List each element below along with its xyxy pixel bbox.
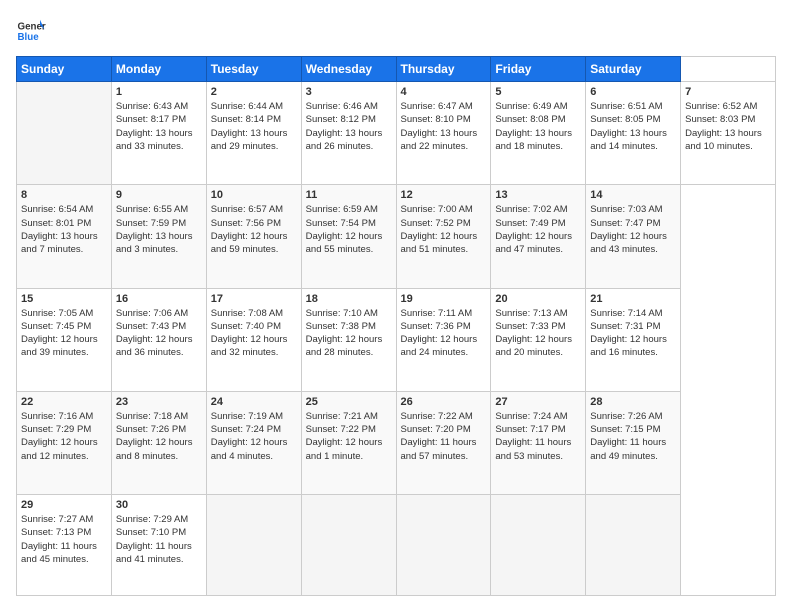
day-cell-18: 18Sunrise: 7:10 AMSunset: 7:38 PMDayligh… [301, 288, 396, 391]
day-header-friday: Friday [491, 57, 586, 82]
day-header-saturday: Saturday [586, 57, 681, 82]
day-cell-12: 12Sunrise: 7:00 AMSunset: 7:52 PMDayligh… [396, 185, 491, 288]
empty-cell [396, 495, 491, 596]
calendar-header-row: SundayMondayTuesdayWednesdayThursdayFrid… [17, 57, 776, 82]
day-cell-24: 24Sunrise: 7:19 AMSunset: 7:24 PMDayligh… [206, 391, 301, 494]
empty-cell [491, 495, 586, 596]
day-cell-16: 16Sunrise: 7:06 AMSunset: 7:43 PMDayligh… [111, 288, 206, 391]
empty-cell [206, 495, 301, 596]
week-row-5: 29Sunrise: 7:27 AMSunset: 7:13 PMDayligh… [17, 495, 776, 596]
header: General Blue [16, 16, 776, 46]
day-cell-4: 4Sunrise: 6:47 AMSunset: 8:10 PMDaylight… [396, 82, 491, 185]
week-row-3: 15Sunrise: 7:05 AMSunset: 7:45 PMDayligh… [17, 288, 776, 391]
day-cell-7: 7Sunrise: 6:52 AMSunset: 8:03 PMDaylight… [681, 82, 776, 185]
day-cell-11: 11Sunrise: 6:59 AMSunset: 7:54 PMDayligh… [301, 185, 396, 288]
day-cell-15: 15Sunrise: 7:05 AMSunset: 7:45 PMDayligh… [17, 288, 112, 391]
day-cell-22: 22Sunrise: 7:16 AMSunset: 7:29 PMDayligh… [17, 391, 112, 494]
day-cell-29: 29Sunrise: 7:27 AMSunset: 7:13 PMDayligh… [17, 495, 112, 596]
empty-cell [17, 82, 112, 185]
day-cell-6: 6Sunrise: 6:51 AMSunset: 8:05 PMDaylight… [586, 82, 681, 185]
day-cell-26: 26Sunrise: 7:22 AMSunset: 7:20 PMDayligh… [396, 391, 491, 494]
day-cell-1: 1Sunrise: 6:43 AMSunset: 8:17 PMDaylight… [111, 82, 206, 185]
day-cell-13: 13Sunrise: 7:02 AMSunset: 7:49 PMDayligh… [491, 185, 586, 288]
day-cell-25: 25Sunrise: 7:21 AMSunset: 7:22 PMDayligh… [301, 391, 396, 494]
day-header-tuesday: Tuesday [206, 57, 301, 82]
day-cell-21: 21Sunrise: 7:14 AMSunset: 7:31 PMDayligh… [586, 288, 681, 391]
day-cell-17: 17Sunrise: 7:08 AMSunset: 7:40 PMDayligh… [206, 288, 301, 391]
svg-text:Blue: Blue [18, 32, 40, 43]
day-header-sunday: Sunday [17, 57, 112, 82]
day-header-thursday: Thursday [396, 57, 491, 82]
day-cell-9: 9Sunrise: 6:55 AMSunset: 7:59 PMDaylight… [111, 185, 206, 288]
day-cell-23: 23Sunrise: 7:18 AMSunset: 7:26 PMDayligh… [111, 391, 206, 494]
logo: General Blue [16, 16, 46, 46]
day-header-monday: Monday [111, 57, 206, 82]
day-cell-5: 5Sunrise: 6:49 AMSunset: 8:08 PMDaylight… [491, 82, 586, 185]
week-row-2: 8Sunrise: 6:54 AMSunset: 8:01 PMDaylight… [17, 185, 776, 288]
day-cell-2: 2Sunrise: 6:44 AMSunset: 8:14 PMDaylight… [206, 82, 301, 185]
day-cell-30: 30Sunrise: 7:29 AMSunset: 7:10 PMDayligh… [111, 495, 206, 596]
day-cell-20: 20Sunrise: 7:13 AMSunset: 7:33 PMDayligh… [491, 288, 586, 391]
page: General Blue SundayMondayTuesdayWednesda… [0, 0, 792, 612]
calendar-body: 1Sunrise: 6:43 AMSunset: 8:17 PMDaylight… [17, 82, 776, 596]
week-row-1: 1Sunrise: 6:43 AMSunset: 8:17 PMDaylight… [17, 82, 776, 185]
day-cell-28: 28Sunrise: 7:26 AMSunset: 7:15 PMDayligh… [586, 391, 681, 494]
empty-cell [301, 495, 396, 596]
day-cell-3: 3Sunrise: 6:46 AMSunset: 8:12 PMDaylight… [301, 82, 396, 185]
day-header-wednesday: Wednesday [301, 57, 396, 82]
svg-text:General: General [18, 22, 47, 33]
week-row-4: 22Sunrise: 7:16 AMSunset: 7:29 PMDayligh… [17, 391, 776, 494]
empty-cell [586, 495, 681, 596]
day-cell-10: 10Sunrise: 6:57 AMSunset: 7:56 PMDayligh… [206, 185, 301, 288]
day-cell-14: 14Sunrise: 7:03 AMSunset: 7:47 PMDayligh… [586, 185, 681, 288]
day-cell-27: 27Sunrise: 7:24 AMSunset: 7:17 PMDayligh… [491, 391, 586, 494]
day-cell-8: 8Sunrise: 6:54 AMSunset: 8:01 PMDaylight… [17, 185, 112, 288]
calendar-table: SundayMondayTuesdayWednesdayThursdayFrid… [16, 56, 776, 596]
day-cell-19: 19Sunrise: 7:11 AMSunset: 7:36 PMDayligh… [396, 288, 491, 391]
logo-icon: General Blue [16, 16, 46, 46]
